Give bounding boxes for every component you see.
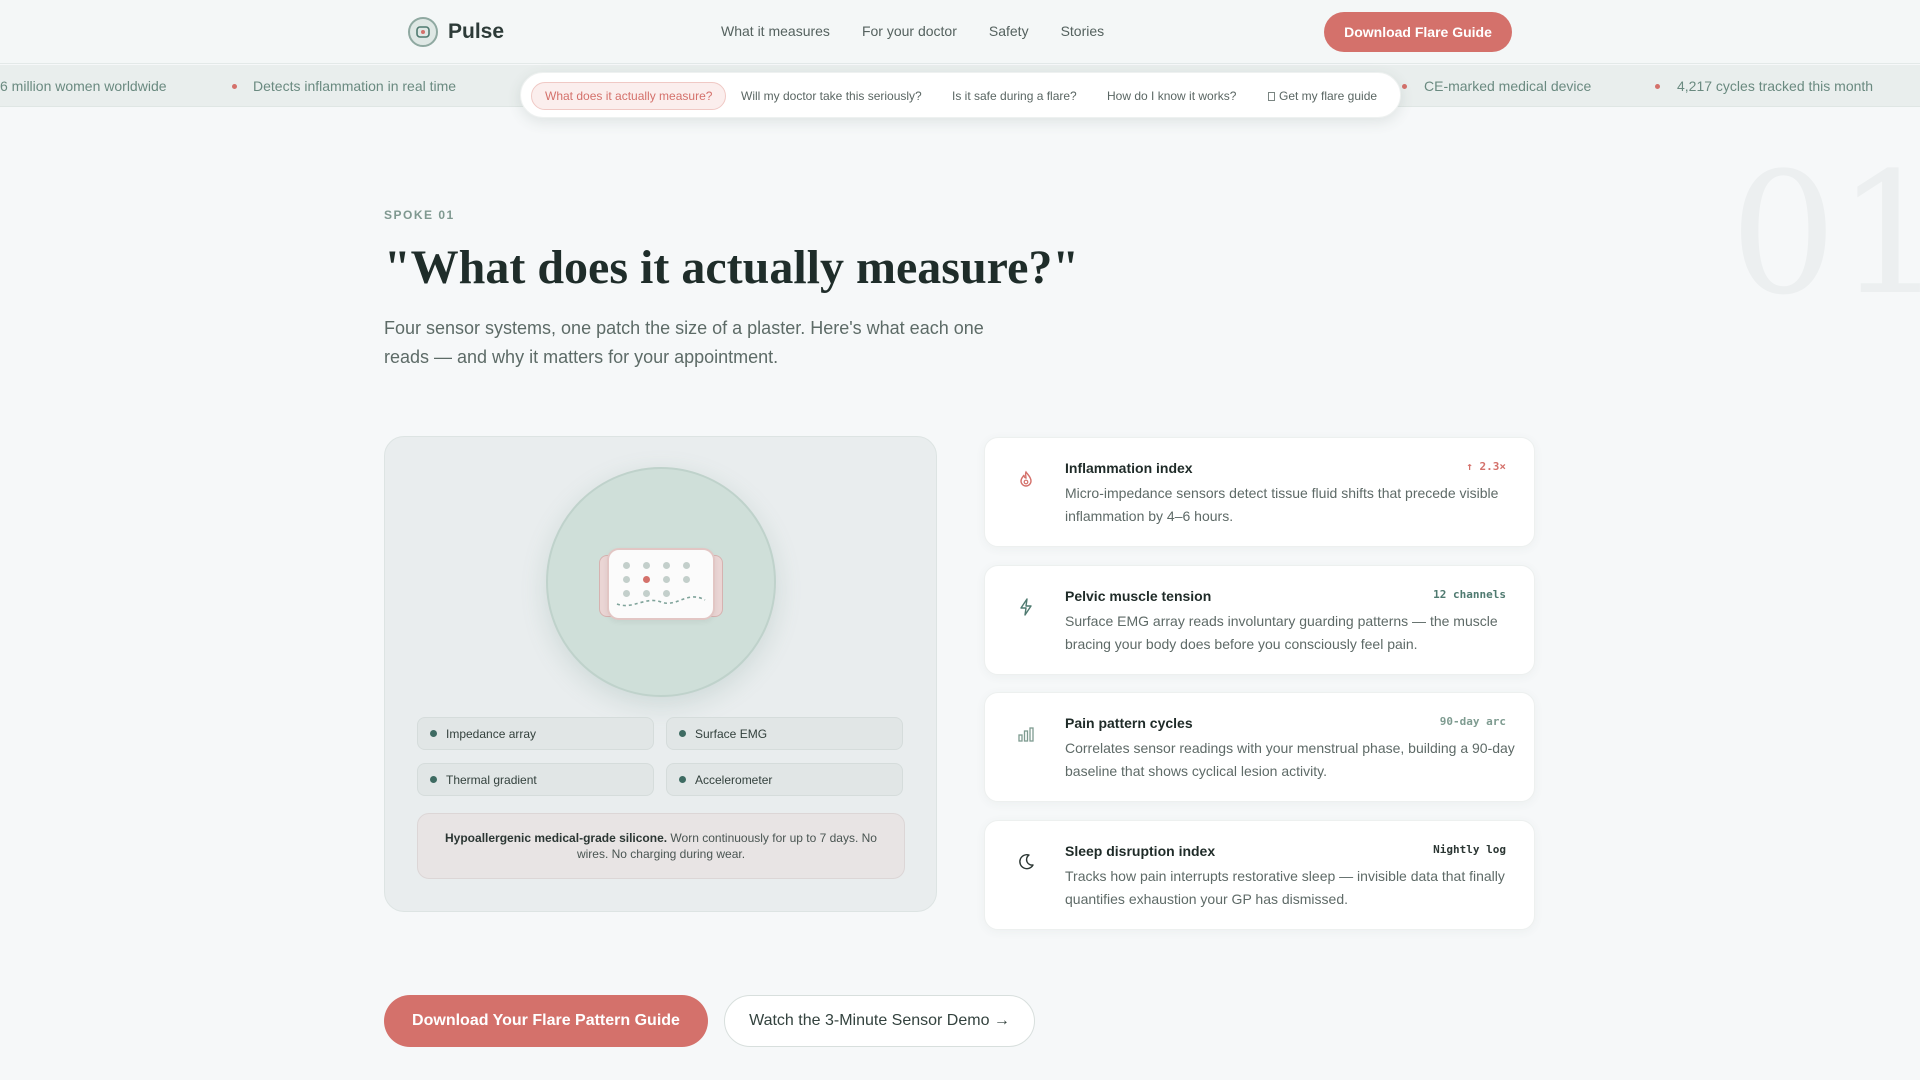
sensor-chip-label: Impedance array bbox=[446, 726, 537, 741]
brand-name: Pulse bbox=[448, 20, 505, 43]
ticker-item: Detects inflammation in real time bbox=[253, 78, 457, 94]
question-tab-doctor[interactable]: Will my doctor take this seriously? bbox=[741, 89, 922, 103]
hero-lead: Four sensor systems, one patch the size … bbox=[384, 318, 984, 367]
moon-icon bbox=[1019, 853, 1034, 870]
sensor-chip-dot bbox=[430, 776, 437, 783]
material-note: Hypoallergenic medical-grade silicone. W… bbox=[417, 813, 905, 879]
measure-description: Surface EMG array reads involuntary guar… bbox=[1065, 613, 1498, 652]
sensor-chip-label: Surface EMG bbox=[695, 726, 768, 741]
measure-title: Pain pattern cycles bbox=[1065, 715, 1193, 731]
document-icon bbox=[1268, 92, 1275, 101]
pulse-logo-icon bbox=[408, 17, 438, 47]
sensor-dot bbox=[623, 562, 630, 569]
ticker-dot bbox=[232, 84, 237, 89]
ticker-dot bbox=[1655, 84, 1660, 89]
measure-description: Tracks how pain interrupts restorative s… bbox=[1065, 868, 1505, 907]
sensor-patch-icon bbox=[607, 548, 715, 620]
patch-illustration bbox=[546, 467, 776, 697]
sensor-dot bbox=[683, 576, 690, 583]
download-flare-pattern-guide-button[interactable]: Download Your Flare Pattern Guide bbox=[384, 995, 708, 1047]
measure-tag: 12 channels bbox=[1433, 588, 1506, 601]
sensor-dot bbox=[683, 562, 690, 569]
sensor-chip-impedance: Impedance array bbox=[417, 717, 654, 750]
sensor-chip-dot bbox=[430, 730, 437, 737]
nav-item-for-your-doctor[interactable]: For your doctor bbox=[862, 23, 957, 39]
sensor-dot bbox=[623, 576, 630, 583]
material-note-bold: Hypoallergenic medical-grade silicone. bbox=[445, 831, 668, 845]
sensor-dot bbox=[643, 562, 650, 569]
lightning-icon bbox=[1020, 598, 1032, 616]
page-title: "What does it actually measure?" bbox=[384, 241, 1080, 294]
sensor-chip-emg: Surface EMG bbox=[666, 717, 903, 750]
sensor-chip-dot bbox=[679, 776, 686, 783]
sensor-chip-label: Thermal gradient bbox=[446, 772, 537, 787]
ticker-item: 6 million women worldwide bbox=[0, 78, 167, 94]
flame-icon bbox=[1020, 470, 1032, 487]
measure-card-muscle-tension[interactable]: Pelvic muscle tension 12 channels Surfac… bbox=[984, 565, 1535, 675]
measure-title: Inflammation index bbox=[1065, 460, 1193, 476]
sensor-chip-thermal: Thermal gradient bbox=[417, 763, 654, 796]
nav-item-safety[interactable]: Safety bbox=[989, 23, 1029, 39]
flare-guide-label: Get my flare guide bbox=[1279, 89, 1378, 103]
measure-tag: Nightly log bbox=[1433, 843, 1506, 856]
ticker-dot bbox=[1402, 84, 1407, 89]
spoke-eyebrow: SPOKE 01 bbox=[384, 208, 455, 222]
download-flare-guide-button[interactable]: Download Flare Guide bbox=[1324, 12, 1512, 52]
sensor-chip-label: Accelerometer bbox=[695, 772, 773, 787]
question-tab-works[interactable]: How do I know it works? bbox=[1107, 89, 1236, 103]
question-nav-bar: What does it actually measure? Will my d… bbox=[520, 72, 1401, 118]
measure-title: Sleep disruption index bbox=[1065, 843, 1216, 859]
measure-description: Micro-impedance sensors detect tissue fl… bbox=[1065, 485, 1499, 524]
sensor-dot-active bbox=[643, 576, 650, 583]
sensor-dot bbox=[663, 576, 670, 583]
sensor-dot bbox=[663, 562, 670, 569]
measure-description: Correlates sensor readings with your men… bbox=[1065, 740, 1515, 779]
site-header: Pulse What it measures For your doctor S… bbox=[0, 0, 1920, 64]
question-tab-safety[interactable]: Is it safe during a flare? bbox=[952, 89, 1077, 103]
bar-chart-icon bbox=[1018, 727, 1034, 742]
sensor-chip-dot bbox=[679, 730, 686, 737]
brand-logo[interactable]: Pulse bbox=[408, 17, 504, 47]
device-panel: Impedance array Surface EMG Thermal grad… bbox=[384, 436, 937, 912]
signal-wave-icon bbox=[616, 596, 706, 607]
ticker-item: 4,217 cycles tracked this month bbox=[1677, 78, 1874, 94]
measure-tag: ↑ 2.3× bbox=[1466, 460, 1506, 473]
measure-card-inflammation[interactable]: Inflammation index ↑ 2.3× Micro-impedanc… bbox=[984, 437, 1535, 547]
nav-item-stories[interactable]: Stories bbox=[1061, 23, 1105, 39]
measure-card-sleep[interactable]: Sleep disruption index Nightly log Track… bbox=[984, 820, 1535, 930]
spoke-number: 01 bbox=[1730, 136, 1920, 332]
question-tab-measure[interactable]: What does it actually measure? bbox=[531, 82, 727, 110]
nav-item-what-it-measures[interactable]: What it measures bbox=[721, 23, 830, 39]
watch-sensor-demo-button[interactable]: Watch the 3-Minute Sensor Demo → bbox=[724, 995, 1035, 1047]
question-tab-flare-guide[interactable]: Get my flare guide bbox=[1268, 89, 1377, 103]
ticker-item: CE-marked medical device bbox=[1424, 78, 1592, 94]
main-nav: What it measures For your doctor Safety … bbox=[721, 23, 1104, 39]
measure-tag: 90-day arc bbox=[1439, 715, 1506, 728]
sensor-chip-accelerometer: Accelerometer bbox=[666, 763, 903, 796]
measure-card-pain-cycles[interactable]: Pain pattern cycles 90-day arc Correlate… bbox=[984, 692, 1535, 802]
measure-title: Pelvic muscle tension bbox=[1065, 588, 1212, 604]
